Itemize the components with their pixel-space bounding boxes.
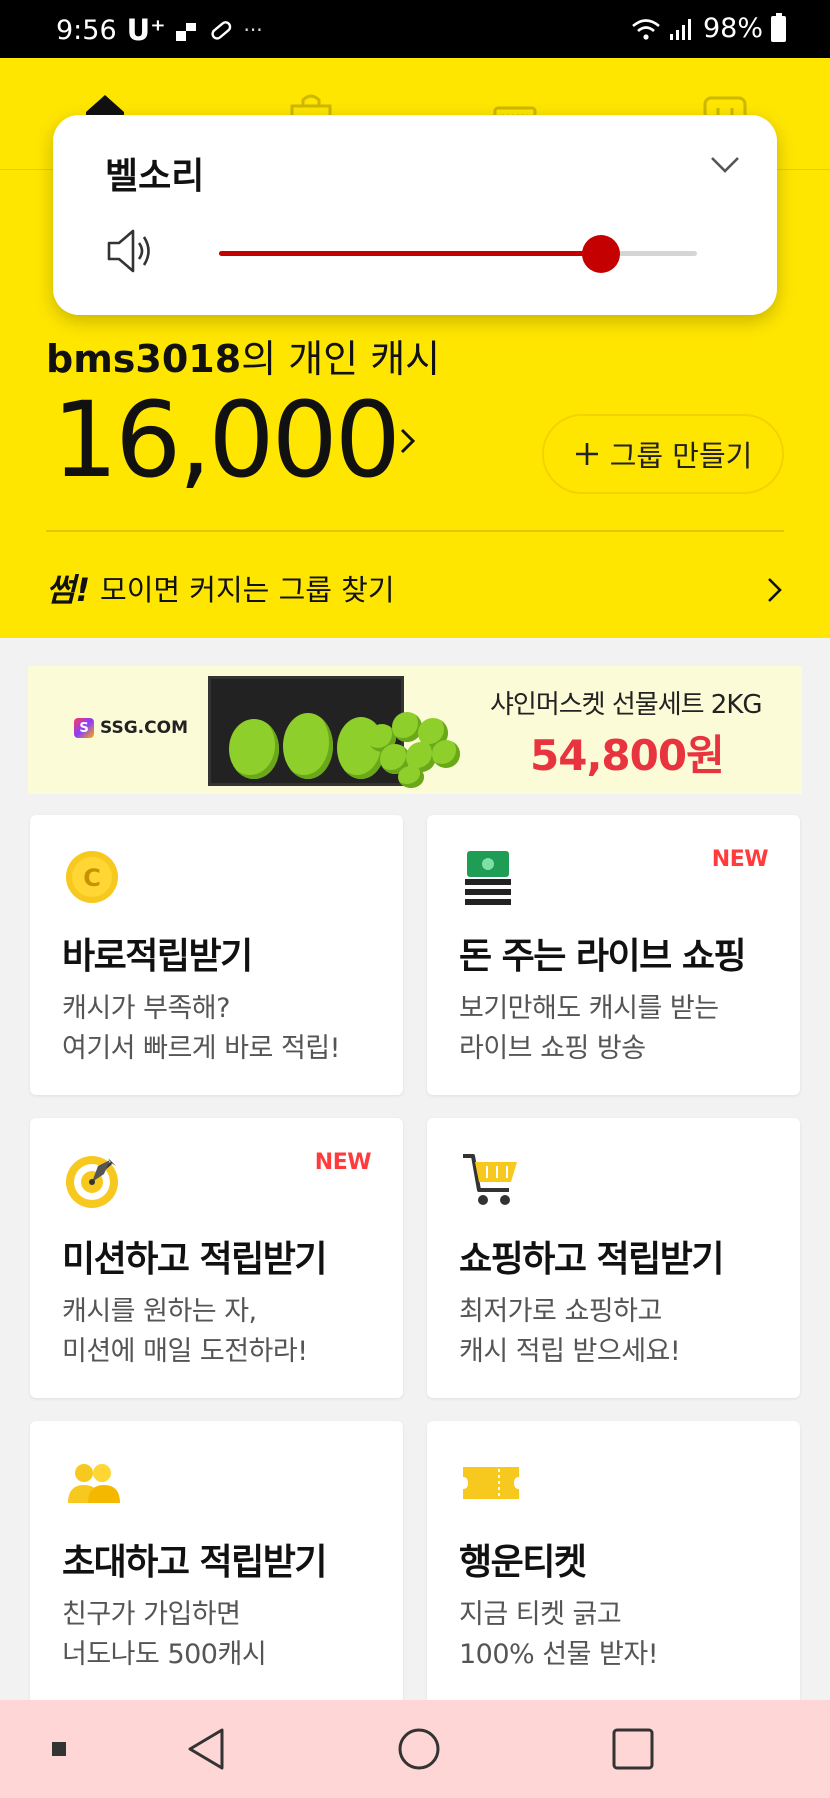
- status-left: 9:56 U⁺ ···: [56, 13, 263, 47]
- speaker-icon[interactable]: [105, 227, 155, 275]
- card-desc-line2: 여기서 빠르게 바로 적립!: [62, 1033, 340, 1064]
- cart-icon: [463, 1154, 517, 1205]
- new-badge: NEW: [711, 847, 769, 872]
- home-icon[interactable]: [396, 1726, 442, 1772]
- card-mission[interactable]: NEW 미션하고 적립받기 캐시를 원하는 자, 미션에 매일 도전하라!: [30, 1118, 403, 1398]
- card-invite[interactable]: 초대하고 적립받기 친구가 가입하면 너도나도 500캐시: [30, 1421, 403, 1721]
- status-bar: 9:56 U⁺ ··· 98%: [0, 0, 830, 58]
- new-badge: NEW: [314, 1150, 372, 1175]
- card-description: 캐시가 부족해? 여기서 빠르게 바로 적립!: [62, 989, 340, 1069]
- card-desc-line2: 라이브 쇼핑 방송: [459, 1033, 646, 1064]
- ssg-logo: S SSG.COM: [74, 718, 188, 738]
- card-desc-line1: 캐시를 원하는 자,: [62, 1296, 257, 1327]
- back-icon[interactable]: [184, 1726, 228, 1772]
- find-group-label: 모이면 커지는 그룹 찾기: [100, 573, 395, 607]
- status-time: 9:56: [56, 14, 117, 46]
- card-desc-line1: 친구가 가입하면: [62, 1599, 241, 1630]
- status-right: 98%: [631, 12, 786, 44]
- carrier-label: U⁺: [126, 13, 166, 47]
- volume-slider-thumb[interactable]: [582, 235, 621, 273]
- cash-amount[interactable]: 16,000: [52, 378, 401, 503]
- grape-bunch-image: [358, 688, 478, 788]
- card-title: 돈 주는 라이브 쇼핑: [459, 936, 747, 977]
- create-group-label: 그룹 만들기: [609, 439, 753, 473]
- battery-icon: [771, 12, 786, 42]
- card-description: 친구가 가입하면 너도나도 500캐시: [62, 1595, 267, 1675]
- card-description: 최저가로 쇼핑하고 캐시 적립 받으세요!: [459, 1292, 681, 1372]
- signal-notification-icon: [175, 23, 196, 41]
- card-desc-line2: 100% 선물 받자!: [459, 1639, 659, 1670]
- card-description: 보기만해도 캐시를 받는 라이브 쇼핑 방송: [459, 989, 719, 1069]
- banner-price: 54,800원: [530, 731, 725, 780]
- chevron-right-icon: [768, 578, 782, 602]
- card-desc-line1: 최저가로 쇼핑하고: [459, 1296, 662, 1327]
- card-description: 지금 티켓 긁고 100% 선물 받자!: [459, 1595, 659, 1675]
- chevron-down-icon[interactable]: [709, 155, 741, 175]
- plus-icon: [575, 443, 598, 465]
- account-username: bms3018: [46, 337, 242, 381]
- volume-title: 벨소리: [105, 156, 205, 197]
- banner-caption: 샤인머스켓 선물세트 2KG: [490, 690, 763, 720]
- ssg-logo-text: SSG.COM: [100, 718, 188, 738]
- create-group-button[interactable]: 그룹 만들기: [542, 414, 784, 494]
- account-title-suffix: 의 개인 캐시: [241, 337, 441, 381]
- pill-icon: [210, 21, 231, 40]
- card-desc-line1: 지금 티켓 긁고: [459, 1599, 622, 1630]
- svg-text:C: C: [83, 864, 101, 892]
- card-shopping-reward[interactable]: 쇼핑하고 적립받기 최저가로 쇼핑하고 캐시 적립 받으세요!: [427, 1118, 800, 1398]
- people-icon: [68, 1464, 120, 1503]
- card-title: 미션하고 적립받기: [62, 1239, 328, 1280]
- target-icon: [66, 1156, 118, 1208]
- volume-slider-fill: [219, 251, 602, 256]
- card-instant-reward[interactable]: C 바로적립받기 캐시가 부족해? 여기서 빠르게 바로 적립!: [30, 815, 403, 1095]
- coin-icon: C: [66, 851, 118, 903]
- card-title: 바로적립받기: [62, 936, 253, 977]
- ticket-icon: [463, 1467, 519, 1499]
- wifi-icon: [632, 18, 660, 40]
- money-icon: [465, 851, 511, 905]
- card-description: 캐시를 원하는 자, 미션에 매일 도전하라!: [62, 1292, 308, 1372]
- card-title: 행운티켓: [459, 1542, 587, 1583]
- promo-banner[interactable]: S SSG.COM 샤인머스켓 선물세트 2KG 54,800원: [28, 666, 802, 794]
- system-nav-bar: [0, 1700, 830, 1798]
- card-live-shopping[interactable]: NEW 돈 주는 라이브 쇼핑 보기만해도 캐시를 받는 라이브 쇼핑 방송: [427, 815, 800, 1095]
- more-notifications: ···: [243, 18, 263, 42]
- card-lucky-ticket[interactable]: 행운티켓 지금 티켓 긁고 100% 선물 받자!: [427, 1421, 800, 1721]
- ssum-brand: 썸!: [46, 571, 91, 609]
- volume-slider[interactable]: [219, 235, 697, 273]
- header-divider: [46, 530, 784, 532]
- cell-signal-icon: [669, 18, 691, 40]
- ringtone-volume-popup: 벨소리: [53, 115, 777, 315]
- chevron-right-icon[interactable]: [398, 426, 418, 456]
- account-title: bms3018의 개인 캐시: [46, 328, 440, 383]
- card-desc-line1: 보기만해도 캐시를 받는: [459, 993, 719, 1024]
- card-title: 초대하고 적립받기: [62, 1542, 328, 1583]
- card-title: 쇼핑하고 적립받기: [459, 1239, 725, 1280]
- find-group-row[interactable]: 썸! 모이면 커지는 그룹 찾기: [46, 550, 784, 626]
- card-desc-line2: 미션에 매일 도전하라!: [62, 1336, 308, 1367]
- card-desc-line2: 너도나도 500캐시: [62, 1639, 267, 1670]
- battery-percent: 98%: [702, 13, 763, 44]
- card-desc-line1: 캐시가 부족해?: [62, 993, 230, 1024]
- recent-apps-icon[interactable]: [610, 1726, 656, 1772]
- card-desc-line2: 캐시 적립 받으세요!: [459, 1336, 681, 1367]
- ssg-logo-icon: S: [74, 718, 94, 738]
- recent-dot-icon: [52, 1742, 66, 1756]
